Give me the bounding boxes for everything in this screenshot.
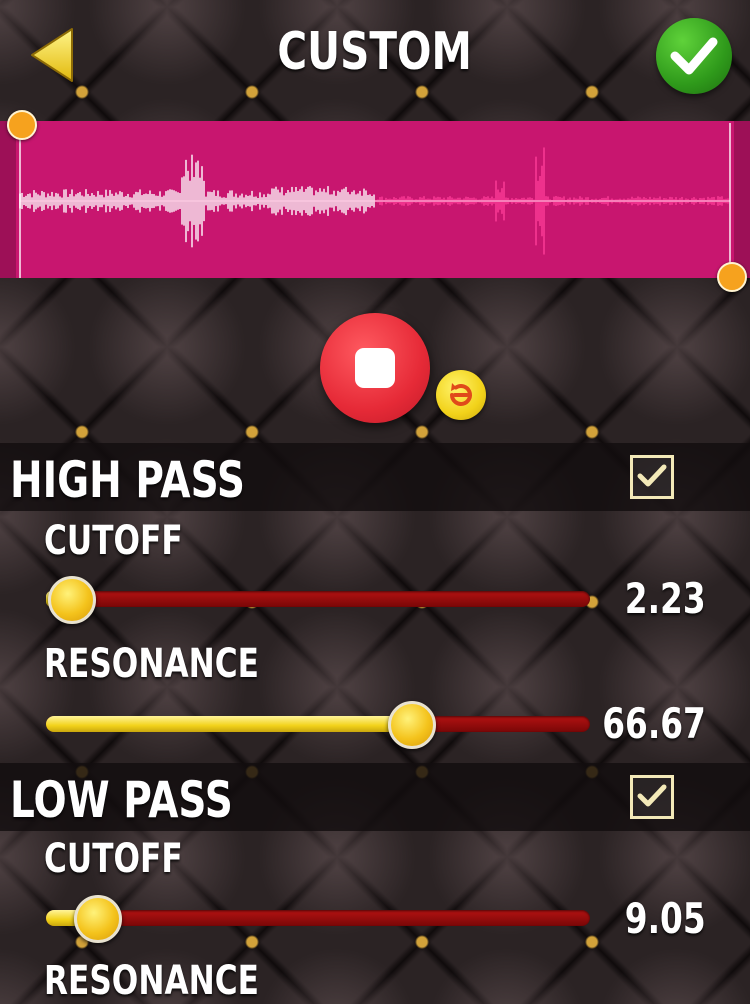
low-pass-title: LOW PASS [10,771,233,829]
trim-end-handle[interactable] [717,262,747,292]
check-icon [637,464,667,487]
high-pass-cutoff-slider[interactable] [46,576,590,624]
loop-button[interactable] [436,370,486,420]
check-icon [670,37,718,75]
trim-start-handle[interactable] [7,110,37,140]
low-pass-cutoff-slider[interactable] [46,895,590,943]
waveform [19,147,730,255]
high-pass-enable-checkbox[interactable] [630,455,674,499]
high-pass-title: HIGH PASS [10,451,245,509]
confirm-button[interactable] [656,18,732,94]
stop-button[interactable] [320,313,430,423]
loop-icon [450,383,472,406]
high-pass-section-header: HIGH PASS [0,443,750,511]
slider-thumb[interactable] [73,895,122,943]
high-pass-cutoff-label: CUTOFF [44,518,183,564]
trim-start-line [19,123,21,278]
low-pass-cutoff-label: CUTOFF [44,836,183,882]
waveform-panel[interactable] [0,121,750,278]
high-pass-resonance-slider[interactable] [46,701,590,749]
slider-thumb[interactable] [47,576,96,624]
stop-icon [355,348,395,388]
trim-end-line [729,123,731,278]
slider-thumb[interactable] [387,701,436,749]
high-pass-cutoff-value: 2.23 [625,574,706,623]
slider-track [46,910,590,926]
page-title: CUSTOM [277,22,473,82]
low-pass-section-header: LOW PASS [0,763,750,831]
low-pass-cutoff-value: 9.05 [625,894,706,943]
slider-track [46,591,590,607]
check-icon [637,784,667,807]
high-pass-resonance-value: 66.67 [602,699,706,748]
low-pass-enable-checkbox[interactable] [630,775,674,819]
high-pass-resonance-label: RESONANCE [44,641,259,687]
low-pass-resonance-label: RESONANCE [44,958,259,1004]
slider-fill [46,716,409,732]
